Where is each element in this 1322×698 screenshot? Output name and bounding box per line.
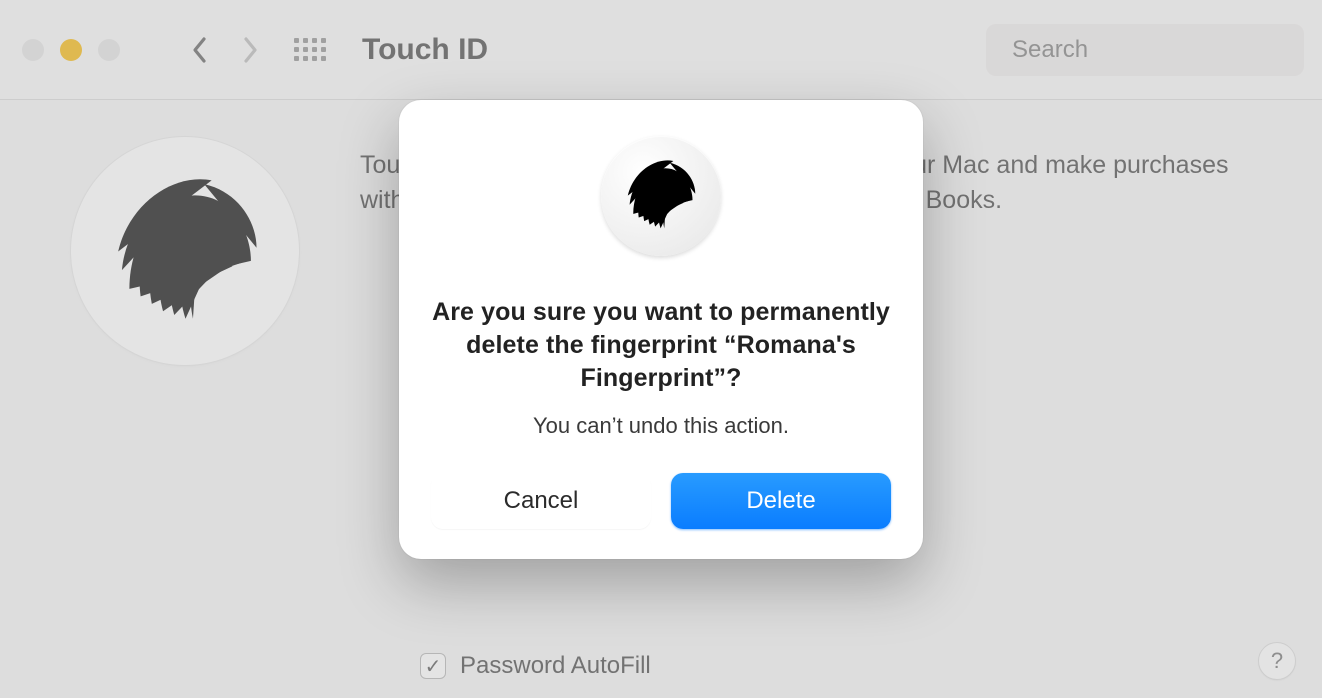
dialog-heading: Are you sure you want to permanently del… [431, 296, 891, 395]
chevron-right-icon [241, 36, 259, 64]
delete-button[interactable]: Delete [671, 473, 891, 529]
page-title: Touch ID [362, 33, 488, 67]
touchid-hero-icon [70, 136, 300, 366]
toolbar: Touch ID [0, 0, 1322, 100]
window-minimize-button[interactable] [60, 39, 82, 61]
search-field[interactable] [986, 24, 1304, 76]
forward-button[interactable] [230, 30, 270, 70]
cancel-button[interactable]: Cancel [431, 473, 651, 529]
dialog-icon [601, 136, 721, 256]
show-all-button[interactable] [294, 34, 326, 66]
window-controls [22, 39, 120, 61]
delete-fingerprint-dialog: Are you sure you want to permanently del… [399, 100, 923, 559]
help-button[interactable]: ? [1258, 642, 1296, 680]
dialog-subtext: You can’t undo this action. [431, 413, 891, 439]
dialog-buttons: Cancel Delete [431, 473, 891, 529]
window-zoom-button[interactable] [98, 39, 120, 61]
back-button[interactable] [180, 30, 220, 70]
window-close-button[interactable] [22, 39, 44, 61]
checkbox-label: Password AutoFill [460, 652, 651, 680]
chevron-left-icon [191, 36, 209, 64]
search-input[interactable] [1010, 35, 1322, 65]
help-icon: ? [1271, 648, 1283, 674]
fingerprint-icon [615, 150, 706, 241]
fingerprint-icon [92, 158, 279, 345]
checkbox-icon: ✓ [420, 653, 446, 679]
password-autofill-checkbox[interactable]: ✓ Password AutoFill [420, 652, 651, 680]
